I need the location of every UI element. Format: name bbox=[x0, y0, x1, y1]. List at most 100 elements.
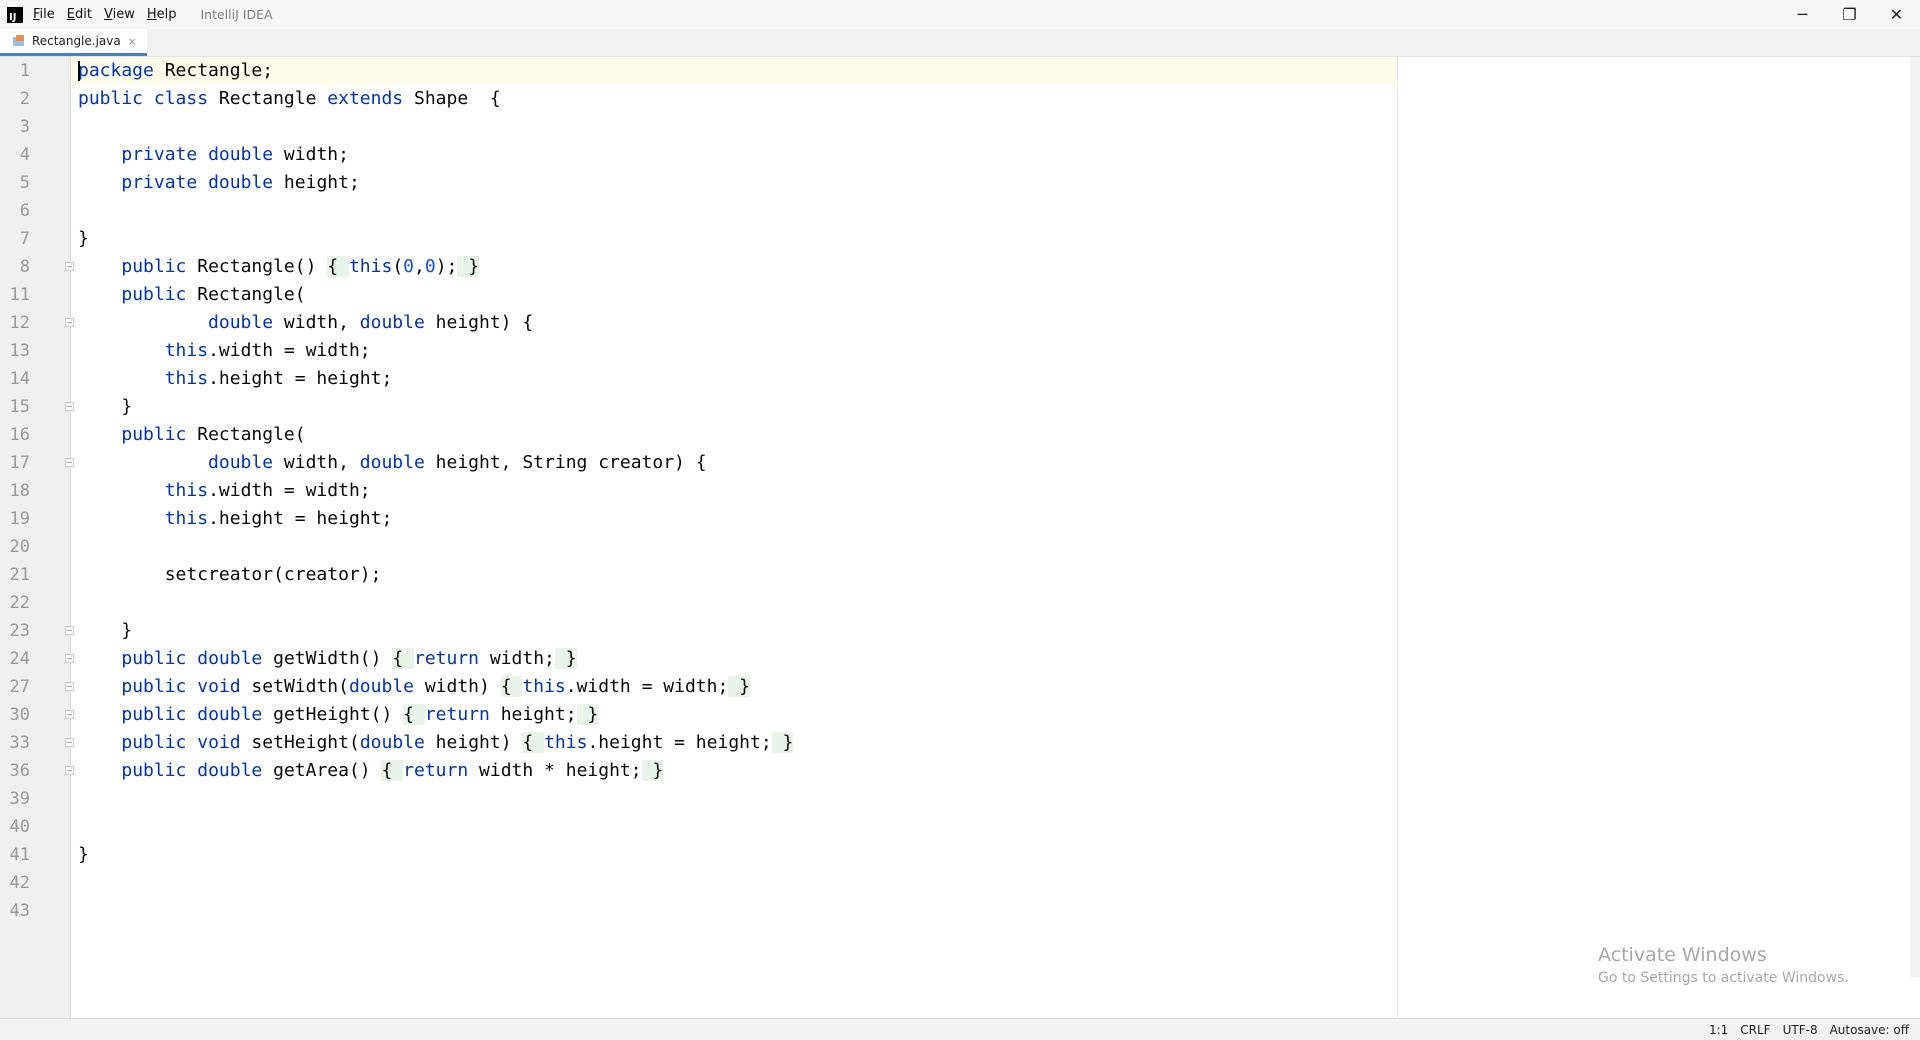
line-number: 8 bbox=[19, 257, 30, 277]
code-editor[interactable]: 1 package Rectangle; 2 public class Rect… bbox=[0, 57, 1920, 1018]
code-line[interactable]: 12 double width, double height) { bbox=[0, 309, 1380, 337]
line-number: 39 bbox=[9, 789, 30, 809]
line-number: 23 bbox=[9, 621, 30, 641]
code-line[interactable]: 1 package Rectangle; bbox=[0, 57, 1380, 85]
fold-expand-icon[interactable] bbox=[65, 710, 74, 719]
code-line[interactable]: 14 this.height = height; bbox=[0, 365, 1380, 393]
tab-rectangle-java[interactable]: Rectangle.java × bbox=[0, 29, 147, 56]
line-number: 3 bbox=[19, 117, 30, 137]
code-line[interactable]: 40 bbox=[0, 813, 1380, 841]
code-line[interactable]: 17 double width, double height, String c… bbox=[0, 449, 1380, 477]
line-number: 33 bbox=[9, 733, 30, 753]
fold-end-icon[interactable] bbox=[65, 626, 74, 635]
line-number: 5 bbox=[19, 173, 30, 193]
line-number: 36 bbox=[9, 761, 30, 781]
title-bar: IJ File Edit View Help IntelliJ IDEA ─ ❐… bbox=[0, 0, 1920, 29]
code-line[interactable]: 23 } bbox=[0, 617, 1380, 645]
code-line[interactable]: 30 public double getHeight() { return he… bbox=[0, 701, 1380, 729]
restore-button[interactable]: ❐ bbox=[1826, 0, 1873, 29]
code-line[interactable]: 6 bbox=[0, 197, 1380, 225]
close-window-button[interactable]: ✕ bbox=[1873, 0, 1920, 29]
code-line[interactable]: 41 } bbox=[0, 841, 1380, 869]
editor-tab-bar: Rectangle.java × bbox=[0, 29, 1920, 57]
line-number: 2 bbox=[19, 89, 30, 109]
code-line[interactable]: 43 bbox=[0, 897, 1380, 925]
line-number: 30 bbox=[9, 705, 30, 725]
fold-expand-icon[interactable] bbox=[65, 766, 74, 775]
line-number: 13 bbox=[9, 341, 30, 361]
code-line[interactable]: 5 private double height; bbox=[0, 169, 1380, 197]
fold-collapse-icon[interactable] bbox=[65, 458, 74, 467]
line-number: 15 bbox=[9, 397, 30, 417]
caret-position[interactable]: 1:1 bbox=[1709, 1023, 1728, 1037]
code-line[interactable]: 20 bbox=[0, 533, 1380, 561]
file-encoding[interactable]: UTF-8 bbox=[1783, 1023, 1818, 1037]
fold-collapse-icon[interactable] bbox=[65, 318, 74, 327]
code-line[interactable]: 19 this.height = height; bbox=[0, 505, 1380, 533]
line-number: 6 bbox=[19, 201, 30, 221]
code-line[interactable]: 16 public Rectangle( bbox=[0, 421, 1380, 449]
line-number: 40 bbox=[9, 817, 30, 837]
code-line[interactable]: 8 public Rectangle() { this(0,0); } bbox=[0, 253, 1380, 281]
fold-expand-icon[interactable] bbox=[65, 262, 74, 271]
line-number: 19 bbox=[9, 509, 30, 529]
autosave-status[interactable]: Autosave: off bbox=[1830, 1023, 1909, 1037]
line-number: 21 bbox=[9, 565, 30, 585]
line-number: 12 bbox=[9, 313, 30, 333]
watermark-subtitle: Go to Settings to activate Windows. bbox=[1598, 970, 1849, 986]
code-line[interactable]: 18 this.width = width; bbox=[0, 477, 1380, 505]
fold-expand-icon[interactable] bbox=[65, 738, 74, 747]
code-line[interactable]: 21 setcreator(creator); bbox=[0, 561, 1380, 589]
fold-end-icon[interactable] bbox=[65, 402, 74, 411]
menu-help[interactable]: Help bbox=[147, 7, 177, 22]
text-caret bbox=[78, 61, 80, 81]
right-margin-guide bbox=[1397, 57, 1398, 1018]
code-line[interactable]: 27 public void setWidth(double width) { … bbox=[0, 673, 1380, 701]
watermark-title: Activate Windows bbox=[1598, 944, 1767, 966]
line-number: 14 bbox=[9, 369, 30, 389]
menu-file[interactable]: File bbox=[33, 7, 55, 22]
line-number: 24 bbox=[9, 649, 30, 669]
menu-view[interactable]: View bbox=[104, 7, 135, 22]
code-line[interactable]: 3 bbox=[0, 113, 1380, 141]
line-number: 27 bbox=[9, 677, 30, 697]
line-number: 41 bbox=[9, 845, 30, 865]
line-number: 42 bbox=[9, 873, 30, 893]
code-line[interactable]: 39 bbox=[0, 785, 1380, 813]
fold-expand-icon[interactable] bbox=[65, 682, 74, 691]
activate-windows-watermark: Activate Windows Go to Settings to activ… bbox=[1598, 944, 1849, 986]
line-number: 43 bbox=[9, 901, 30, 921]
code-line[interactable]: 24 public double getWidth() { return wid… bbox=[0, 645, 1380, 673]
line-number: 11 bbox=[9, 285, 30, 305]
code-line[interactable]: 7 } bbox=[0, 225, 1380, 253]
code-lines: 1 package Rectangle; 2 public class Rect… bbox=[0, 57, 1380, 925]
line-number: 7 bbox=[19, 229, 30, 249]
close-tab-icon[interactable]: × bbox=[128, 35, 137, 48]
line-number: 4 bbox=[19, 145, 30, 165]
code-line[interactable]: 2 public class Rectangle extends Shape { bbox=[0, 85, 1380, 113]
vertical-scrollbar[interactable] bbox=[1910, 57, 1920, 977]
status-bar: 1:1 CRLF UTF-8 Autosave: off bbox=[0, 1018, 1920, 1040]
java-class-icon bbox=[12, 34, 26, 48]
app-name: IntelliJ IDEA bbox=[200, 7, 273, 22]
line-number: 1 bbox=[19, 61, 30, 81]
code-line[interactable]: 4 private double width; bbox=[0, 141, 1380, 169]
code-line[interactable]: 15 } bbox=[0, 393, 1380, 421]
code-line[interactable]: 13 this.width = width; bbox=[0, 337, 1380, 365]
code-line[interactable]: 36 public double getArea() { return widt… bbox=[0, 757, 1380, 785]
line-number: 17 bbox=[9, 453, 30, 473]
line-ending[interactable]: CRLF bbox=[1740, 1023, 1770, 1037]
minimize-button[interactable]: ─ bbox=[1779, 0, 1826, 29]
code-line[interactable]: 22 bbox=[0, 589, 1380, 617]
line-number: 22 bbox=[9, 593, 30, 613]
code-line[interactable]: 33 public void setHeight(double height) … bbox=[0, 729, 1380, 757]
line-number: 16 bbox=[9, 425, 30, 445]
intellij-logo-icon: IJ bbox=[7, 6, 23, 23]
menu-edit[interactable]: Edit bbox=[67, 7, 92, 22]
window-controls: ─ ❐ ✕ bbox=[1779, 0, 1920, 29]
fold-expand-icon[interactable] bbox=[65, 654, 74, 663]
code-line[interactable]: 11 public Rectangle( bbox=[0, 281, 1380, 309]
line-number: 20 bbox=[9, 537, 30, 557]
code-line[interactable]: 42 bbox=[0, 869, 1380, 897]
line-number: 18 bbox=[9, 481, 30, 501]
